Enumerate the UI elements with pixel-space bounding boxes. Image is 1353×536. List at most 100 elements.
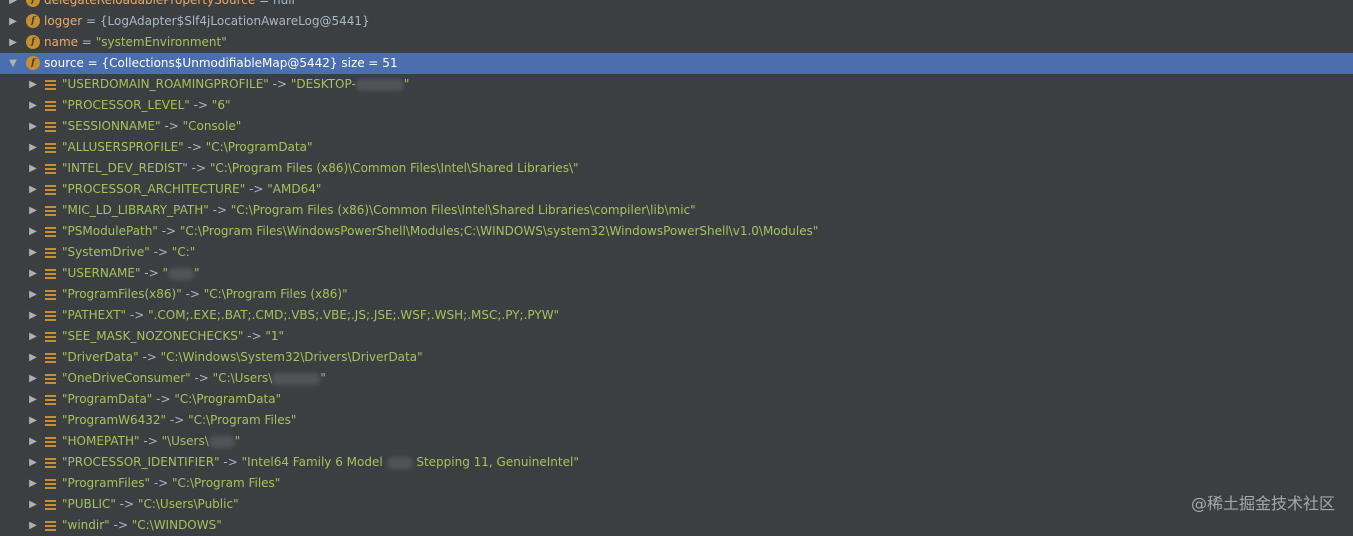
map-entry-row[interactable]: ▶ "SEE_MASK_NOZONECHECKS" -> "1" (0, 326, 1353, 347)
map-entry-row[interactable]: ▶ "PROCESSOR_ARCHITECTURE" -> "AMD64" (0, 179, 1353, 200)
variable-value: null (273, 0, 295, 7)
expand-arrow-icon[interactable]: ▶ (26, 242, 40, 263)
map-entry-row[interactable]: ▶ "SESSIONNAME" -> "Console" (0, 116, 1353, 137)
expand-arrow-icon[interactable]: ▶ (6, 11, 20, 32)
entry-key: "ProgramFiles" (62, 476, 150, 490)
map-entry-row[interactable]: ▶ "ProgramFiles" -> "C:\Program Files" (0, 473, 1353, 494)
entry-key: "SESSIONNAME" (62, 119, 161, 133)
map-entry-row[interactable]: ▶ "ProgramW6432" -> "C:\Program Files" (0, 410, 1353, 431)
entry-value: ".COM;.EXE;.BAT;.CMD;.VBS;.VBE;.JS;.JSE;… (148, 308, 559, 322)
map-entry-row[interactable]: ▶ "MIC_LD_LIBRARY_PATH" -> "C:\Program F… (0, 200, 1353, 221)
variable-value: {Collections$UnmodifiableMap@5442} size … (102, 56, 398, 70)
map-entry-row[interactable]: ▶ "ALLUSERSPROFILE" -> "C:\ProgramData" (0, 137, 1353, 158)
map-entry-row[interactable]: ▶ "ProgramData" -> "C:\ProgramData" (0, 389, 1353, 410)
redacted-mask (356, 79, 404, 91)
entry-value: "C:\Program Files (x86)\Common Files\Int… (210, 161, 579, 175)
entry-key: "ProgramData" (62, 392, 152, 406)
watermark: @稀土掘金技术社区 (1191, 490, 1335, 514)
expand-arrow-icon[interactable]: ▶ (26, 263, 40, 284)
expand-arrow-icon[interactable]: ▶ (26, 179, 40, 200)
entry-key: "PATHEXT" (62, 308, 126, 322)
expand-arrow-icon[interactable]: ▶ (26, 347, 40, 368)
field-icon: f (26, 35, 40, 49)
redacted-mask (209, 436, 235, 448)
entry-key: "INTEL_DEV_REDIST" (62, 161, 188, 175)
map-entry-icon (45, 164, 56, 174)
field-icon: f (26, 0, 40, 7)
entry-value: "C:\Users\Public" (138, 497, 239, 511)
map-entry-row[interactable]: ▶ "PSModulePath" -> "C:\Program Files\Wi… (0, 221, 1353, 242)
map-entry-icon (45, 80, 56, 90)
variable-row-logger[interactable]: ▶ f logger = {LogAdapter$Slf4jLocationAw… (0, 11, 1353, 32)
expand-arrow-icon[interactable]: ▶ (26, 452, 40, 473)
expand-arrow-icon[interactable]: ▶ (6, 0, 20, 11)
expand-arrow-icon[interactable]: ▶ (26, 410, 40, 431)
map-entry-row[interactable]: ▶ "DriverData" -> "C:\Windows\System32\D… (0, 347, 1353, 368)
entry-key: "MIC_LD_LIBRARY_PATH" (62, 203, 209, 217)
map-entry-row[interactable]: ▶ "PROCESSOR_IDENTIFIER" -> "Intel64 Fam… (0, 452, 1353, 473)
field-icon: f (26, 56, 40, 70)
expand-arrow-icon[interactable]: ▶ (26, 305, 40, 326)
entry-value: "C:\Program Files (x86)" (204, 287, 348, 301)
entry-value: "C:\ProgramData" (174, 392, 281, 406)
expand-arrow-icon[interactable]: ▶ (26, 137, 40, 158)
expand-arrow-icon[interactable]: ▶ (26, 389, 40, 410)
collapse-arrow-icon[interactable]: ▼ (6, 53, 20, 74)
entry-key: "PROCESSOR_ARCHITECTURE" (62, 182, 245, 196)
entry-key: "USERDOMAIN_ROAMINGPROFILE" (62, 77, 269, 91)
expand-arrow-icon[interactable]: ▶ (26, 221, 40, 242)
expand-arrow-icon[interactable]: ▶ (26, 515, 40, 536)
map-entry-icon (45, 353, 56, 363)
expand-arrow-icon[interactable]: ▶ (26, 95, 40, 116)
expand-arrow-icon[interactable]: ▶ (26, 368, 40, 389)
map-entry-row[interactable]: ▶ "USERNAME" -> "" (0, 263, 1353, 284)
entry-key: "PSModulePath" (62, 224, 158, 238)
variable-row-source[interactable]: ▼ f source = {Collections$UnmodifiableMa… (0, 53, 1353, 74)
entry-key: "PUBLIC" (62, 497, 116, 511)
expand-arrow-icon[interactable]: ▶ (26, 473, 40, 494)
entry-key: "PROCESSOR_LEVEL" (62, 98, 190, 112)
expand-arrow-icon[interactable]: ▶ (26, 284, 40, 305)
map-entry-icon (45, 143, 56, 153)
map-entry-row[interactable]: ▶ "windir" -> "C:\WINDOWS" (0, 515, 1353, 536)
expand-arrow-icon[interactable]: ▶ (26, 116, 40, 137)
map-entry-icon (45, 227, 56, 237)
variable-name: source (44, 56, 84, 70)
entry-key: "ProgramW6432" (62, 413, 166, 427)
variable-value: {LogAdapter$Slf4jLocationAwareLog@5441} (100, 14, 370, 28)
map-entry-row[interactable]: ▶ "PATHEXT" -> ".COM;.EXE;.BAT;.CMD;.VBS… (0, 305, 1353, 326)
entry-key: "ProgramFiles(x86)" (62, 287, 182, 301)
entry-value: "C:\WINDOWS" (132, 518, 222, 532)
map-entry-icon (45, 248, 56, 258)
expand-arrow-icon[interactable]: ▶ (26, 494, 40, 515)
map-entry-row[interactable]: ▶ "HOMEPATH" -> "\Users\" (0, 431, 1353, 452)
entry-key: "windir" (62, 518, 110, 532)
map-entry-icon (45, 416, 56, 426)
map-entry-icon (45, 374, 56, 384)
expand-arrow-icon[interactable]: ▶ (26, 326, 40, 347)
map-entry-icon (45, 101, 56, 111)
expand-arrow-icon[interactable]: ▶ (26, 74, 40, 95)
variable-name: name (44, 35, 78, 49)
map-entry-row[interactable]: ▶ "OneDriveConsumer" -> "C:\Users\" (0, 368, 1353, 389)
map-entry-icon (45, 458, 56, 468)
map-entry-row[interactable]: ▶ "PROCESSOR_LEVEL" -> "6" (0, 95, 1353, 116)
entry-value: "C:\Program Files (x86)\Common Files\Int… (231, 203, 696, 217)
variable-row-delegate[interactable]: ▶ f delegateReloadablePropertySource = n… (0, 0, 1353, 11)
map-entry-row[interactable]: ▶ "ProgramFiles(x86)" -> "C:\Program Fil… (0, 284, 1353, 305)
expand-arrow-icon[interactable]: ▶ (26, 431, 40, 452)
map-entry-icon (45, 122, 56, 132)
expand-arrow-icon[interactable]: ▶ (6, 32, 20, 53)
map-entry-row[interactable]: ▶ "INTEL_DEV_REDIST" -> "C:\Program File… (0, 158, 1353, 179)
map-entry-icon (45, 479, 56, 489)
variable-name: logger (44, 14, 82, 28)
variable-row-name[interactable]: ▶ f name = "systemEnvironment" (0, 32, 1353, 53)
entry-value: "C:" (172, 245, 195, 259)
map-entry-row[interactable]: ▶ "PUBLIC" -> "C:\Users\Public" (0, 494, 1353, 515)
expand-arrow-icon[interactable]: ▶ (26, 158, 40, 179)
map-entry-row[interactable]: ▶ "SystemDrive" -> "C:" (0, 242, 1353, 263)
map-entry-row[interactable]: ▶ "USERDOMAIN_ROAMINGPROFILE" -> "DESKTO… (0, 74, 1353, 95)
entry-key: "HOMEPATH" (62, 434, 140, 448)
expand-arrow-icon[interactable]: ▶ (26, 200, 40, 221)
redacted-mask (387, 457, 413, 469)
